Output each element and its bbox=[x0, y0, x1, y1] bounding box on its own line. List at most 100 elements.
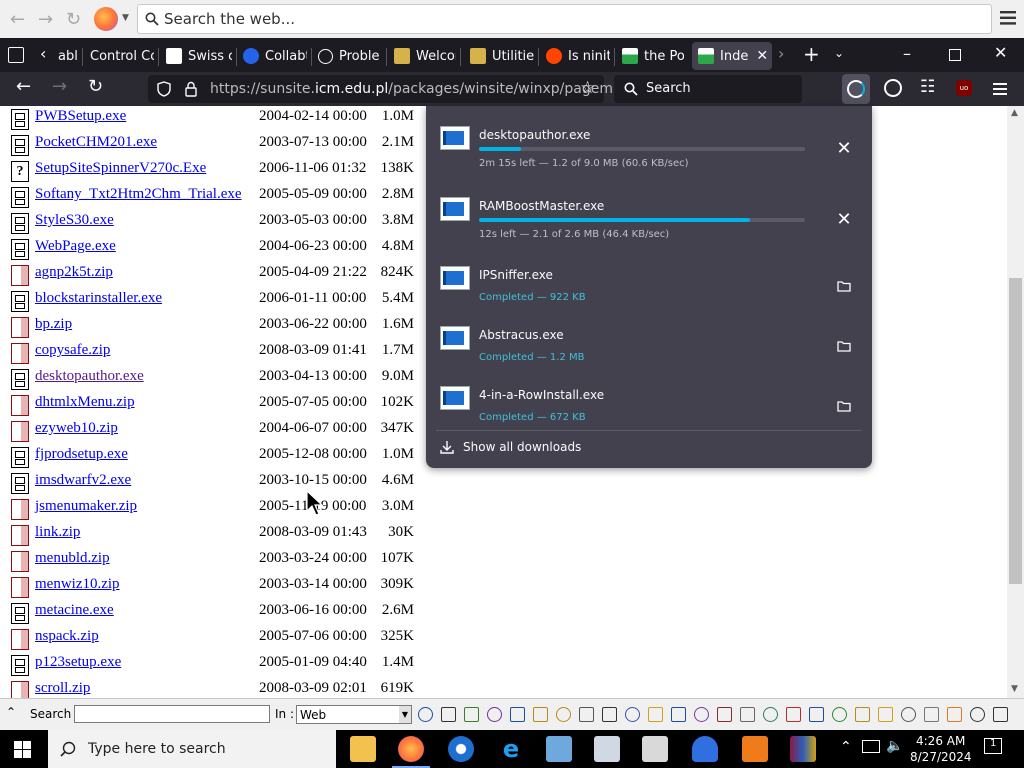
file-link[interactable]: link.zip bbox=[35, 524, 80, 541]
orange-circle-icon[interactable] bbox=[947, 707, 962, 722]
ruler-icon[interactable] bbox=[924, 707, 939, 722]
address-bar[interactable]: https://sunsite.icm.edu.pl/packages/wins… bbox=[148, 75, 632, 103]
file-explorer-icon[interactable] bbox=[350, 736, 376, 762]
scroll-bottom-icon[interactable] bbox=[993, 707, 1008, 722]
tab-3[interactable]: Swiss c bbox=[166, 42, 232, 70]
chevron-down-icon[interactable]: ▼ bbox=[122, 13, 129, 23]
tab-6[interactable]: Welcor bbox=[394, 42, 456, 70]
volume-muted-icon[interactable]: 🔈 bbox=[886, 738, 903, 754]
cancel-download-icon[interactable]: ✕ bbox=[835, 140, 853, 158]
document-icon[interactable] bbox=[579, 707, 594, 722]
windows-start-icon[interactable] bbox=[14, 741, 31, 758]
show-all-downloads-link[interactable]: Show all downloads bbox=[463, 440, 581, 454]
download-item[interactable]: 4-in-a-RowInstall.exe Completed — 672 KB bbox=[426, 372, 872, 432]
file-link[interactable]: desktopauthor.exe bbox=[35, 368, 144, 385]
app-taskbar-icon[interactable] bbox=[546, 736, 572, 762]
file-link[interactable]: menwiz10.zip bbox=[35, 576, 120, 593]
file-link[interactable]: menubld.zip bbox=[35, 550, 110, 567]
file-link[interactable]: StyleS30.exe bbox=[35, 212, 114, 229]
chevron-down-icon[interactable]: ▼ bbox=[399, 706, 411, 723]
clock-date[interactable]: 8/27/2024 bbox=[910, 750, 972, 764]
folder-icon[interactable] bbox=[533, 707, 548, 722]
file-link[interactable]: scroll.zip bbox=[35, 680, 90, 697]
file-link[interactable]: copysafe.zip bbox=[35, 342, 110, 359]
reload-icon[interactable]: ↻ bbox=[66, 9, 81, 30]
lightning-icon[interactable] bbox=[487, 707, 502, 722]
battery-icon[interactable] bbox=[855, 707, 870, 722]
download-item[interactable]: IPSniffer.exe Completed — 922 KB bbox=[426, 252, 872, 312]
hamburger-menu-icon[interactable] bbox=[1000, 11, 1016, 25]
file-link[interactable]: ezyweb10.zip bbox=[35, 420, 118, 437]
at-sign-icon[interactable] bbox=[510, 707, 525, 722]
page-tool-icon[interactable] bbox=[441, 707, 456, 722]
package-icon[interactable] bbox=[717, 707, 732, 722]
internet-explorer-icon[interactable]: e bbox=[498, 736, 524, 762]
new-tab-plus-icon[interactable]: + bbox=[803, 42, 820, 66]
taskbar-search-box[interactable]: Type here to search bbox=[48, 730, 336, 768]
file-link[interactable]: fjprodsetup.exe bbox=[35, 446, 128, 463]
tag-icon[interactable] bbox=[648, 707, 663, 722]
download-item[interactable]: Abstracus.exe Completed — 1.2 MB bbox=[426, 312, 872, 372]
forward-icon[interactable]: → bbox=[52, 76, 67, 97]
firefox-logo-icon[interactable] bbox=[94, 7, 118, 31]
collapse-up-icon[interactable]: ⌃ bbox=[6, 705, 16, 719]
tab-1[interactable]: abl bbox=[58, 42, 80, 70]
extensions-puzzle-icon[interactable]: ☷ bbox=[920, 77, 935, 97]
firefox-taskbar-icon[interactable] bbox=[392, 736, 430, 768]
search-tool-icon[interactable] bbox=[418, 707, 433, 722]
scroll-down-icon[interactable]: ▼ bbox=[1011, 684, 1018, 694]
highlight-icon[interactable] bbox=[464, 707, 479, 722]
reload-icon[interactable]: ↻ bbox=[88, 76, 103, 97]
bulb-icon[interactable] bbox=[878, 707, 893, 722]
close-window-icon[interactable]: ✕ bbox=[994, 43, 1007, 62]
bookmark-star-icon[interactable]: ☆ bbox=[580, 78, 595, 98]
forward-arrow-icon[interactable]: → bbox=[38, 9, 53, 30]
arrow-right-icon[interactable] bbox=[970, 707, 985, 722]
network-icon[interactable] bbox=[862, 740, 880, 753]
restore-window-icon[interactable] bbox=[949, 49, 961, 61]
back-icon[interactable]: ← bbox=[16, 76, 31, 97]
file-link[interactable]: SetupSiteSpinnerV270c.Exe bbox=[35, 160, 206, 177]
lock-icon[interactable] bbox=[184, 81, 198, 97]
file-link[interactable]: metacine.exe bbox=[35, 602, 114, 619]
minimize-window-icon[interactable]: – bbox=[903, 44, 911, 63]
rss-icon[interactable] bbox=[742, 736, 768, 762]
tab-2[interactable]: Control Col bbox=[90, 42, 154, 70]
open-folder-icon[interactable] bbox=[835, 278, 853, 296]
shield-icon[interactable] bbox=[157, 81, 171, 97]
download-item[interactable]: RAMBoostMaster.exe 12s left — 2.1 of 2.6 … bbox=[426, 183, 872, 243]
file-link[interactable]: nspack.zip bbox=[35, 628, 99, 645]
open-folder-icon[interactable] bbox=[835, 338, 853, 356]
tab-10-active[interactable]: Inde ✕ bbox=[692, 42, 772, 70]
web-search-input[interactable]: Search the web... bbox=[137, 4, 992, 34]
utility-taskbar-icon[interactable] bbox=[642, 736, 668, 762]
folder-stack-icon[interactable] bbox=[556, 707, 571, 722]
clipboard-icon[interactable] bbox=[740, 707, 755, 722]
file-link[interactable]: blockstarinstaller.exe bbox=[35, 290, 162, 307]
file-link[interactable]: jsmenumaker.zip bbox=[35, 498, 137, 515]
drop-app-icon[interactable] bbox=[692, 736, 718, 762]
arrows-icon[interactable] bbox=[832, 707, 847, 722]
winrar-icon[interactable] bbox=[790, 736, 816, 762]
drive-icon[interactable] bbox=[671, 707, 686, 722]
file-link[interactable]: WebPage.exe bbox=[35, 238, 116, 255]
cancel-download-icon[interactable]: ✕ bbox=[835, 211, 853, 229]
downloads-button[interactable] bbox=[842, 74, 870, 104]
ublock-icon[interactable]: uo bbox=[956, 80, 972, 96]
search-scope-select[interactable]: Web ▼ bbox=[296, 705, 412, 724]
file-link[interactable]: Softany_Txt2Htm2Chm_Trial.exe bbox=[35, 186, 242, 203]
tab-close-icon[interactable]: ✕ bbox=[756, 48, 768, 64]
control-panel-icon[interactable] bbox=[594, 736, 620, 762]
tab-5[interactable]: Probler bbox=[318, 42, 380, 70]
file-link[interactable]: PocketCHM201.exe bbox=[35, 134, 157, 151]
scroll-up-icon[interactable]: ▲ bbox=[1011, 108, 1018, 118]
settings-icon[interactable] bbox=[763, 707, 778, 722]
back-arrow-icon[interactable]: ← bbox=[10, 9, 25, 30]
tab-8[interactable]: Is ninite bbox=[546, 42, 610, 70]
dollar-icon[interactable] bbox=[809, 707, 824, 722]
tab-overview-icon[interactable] bbox=[8, 47, 24, 63]
vertical-scrollbar[interactable]: ▲ ▼ bbox=[1007, 106, 1024, 698]
chrome-taskbar-icon[interactable] bbox=[448, 736, 474, 762]
butterfly-icon[interactable] bbox=[602, 707, 617, 722]
bottom-search-input[interactable] bbox=[74, 705, 270, 723]
